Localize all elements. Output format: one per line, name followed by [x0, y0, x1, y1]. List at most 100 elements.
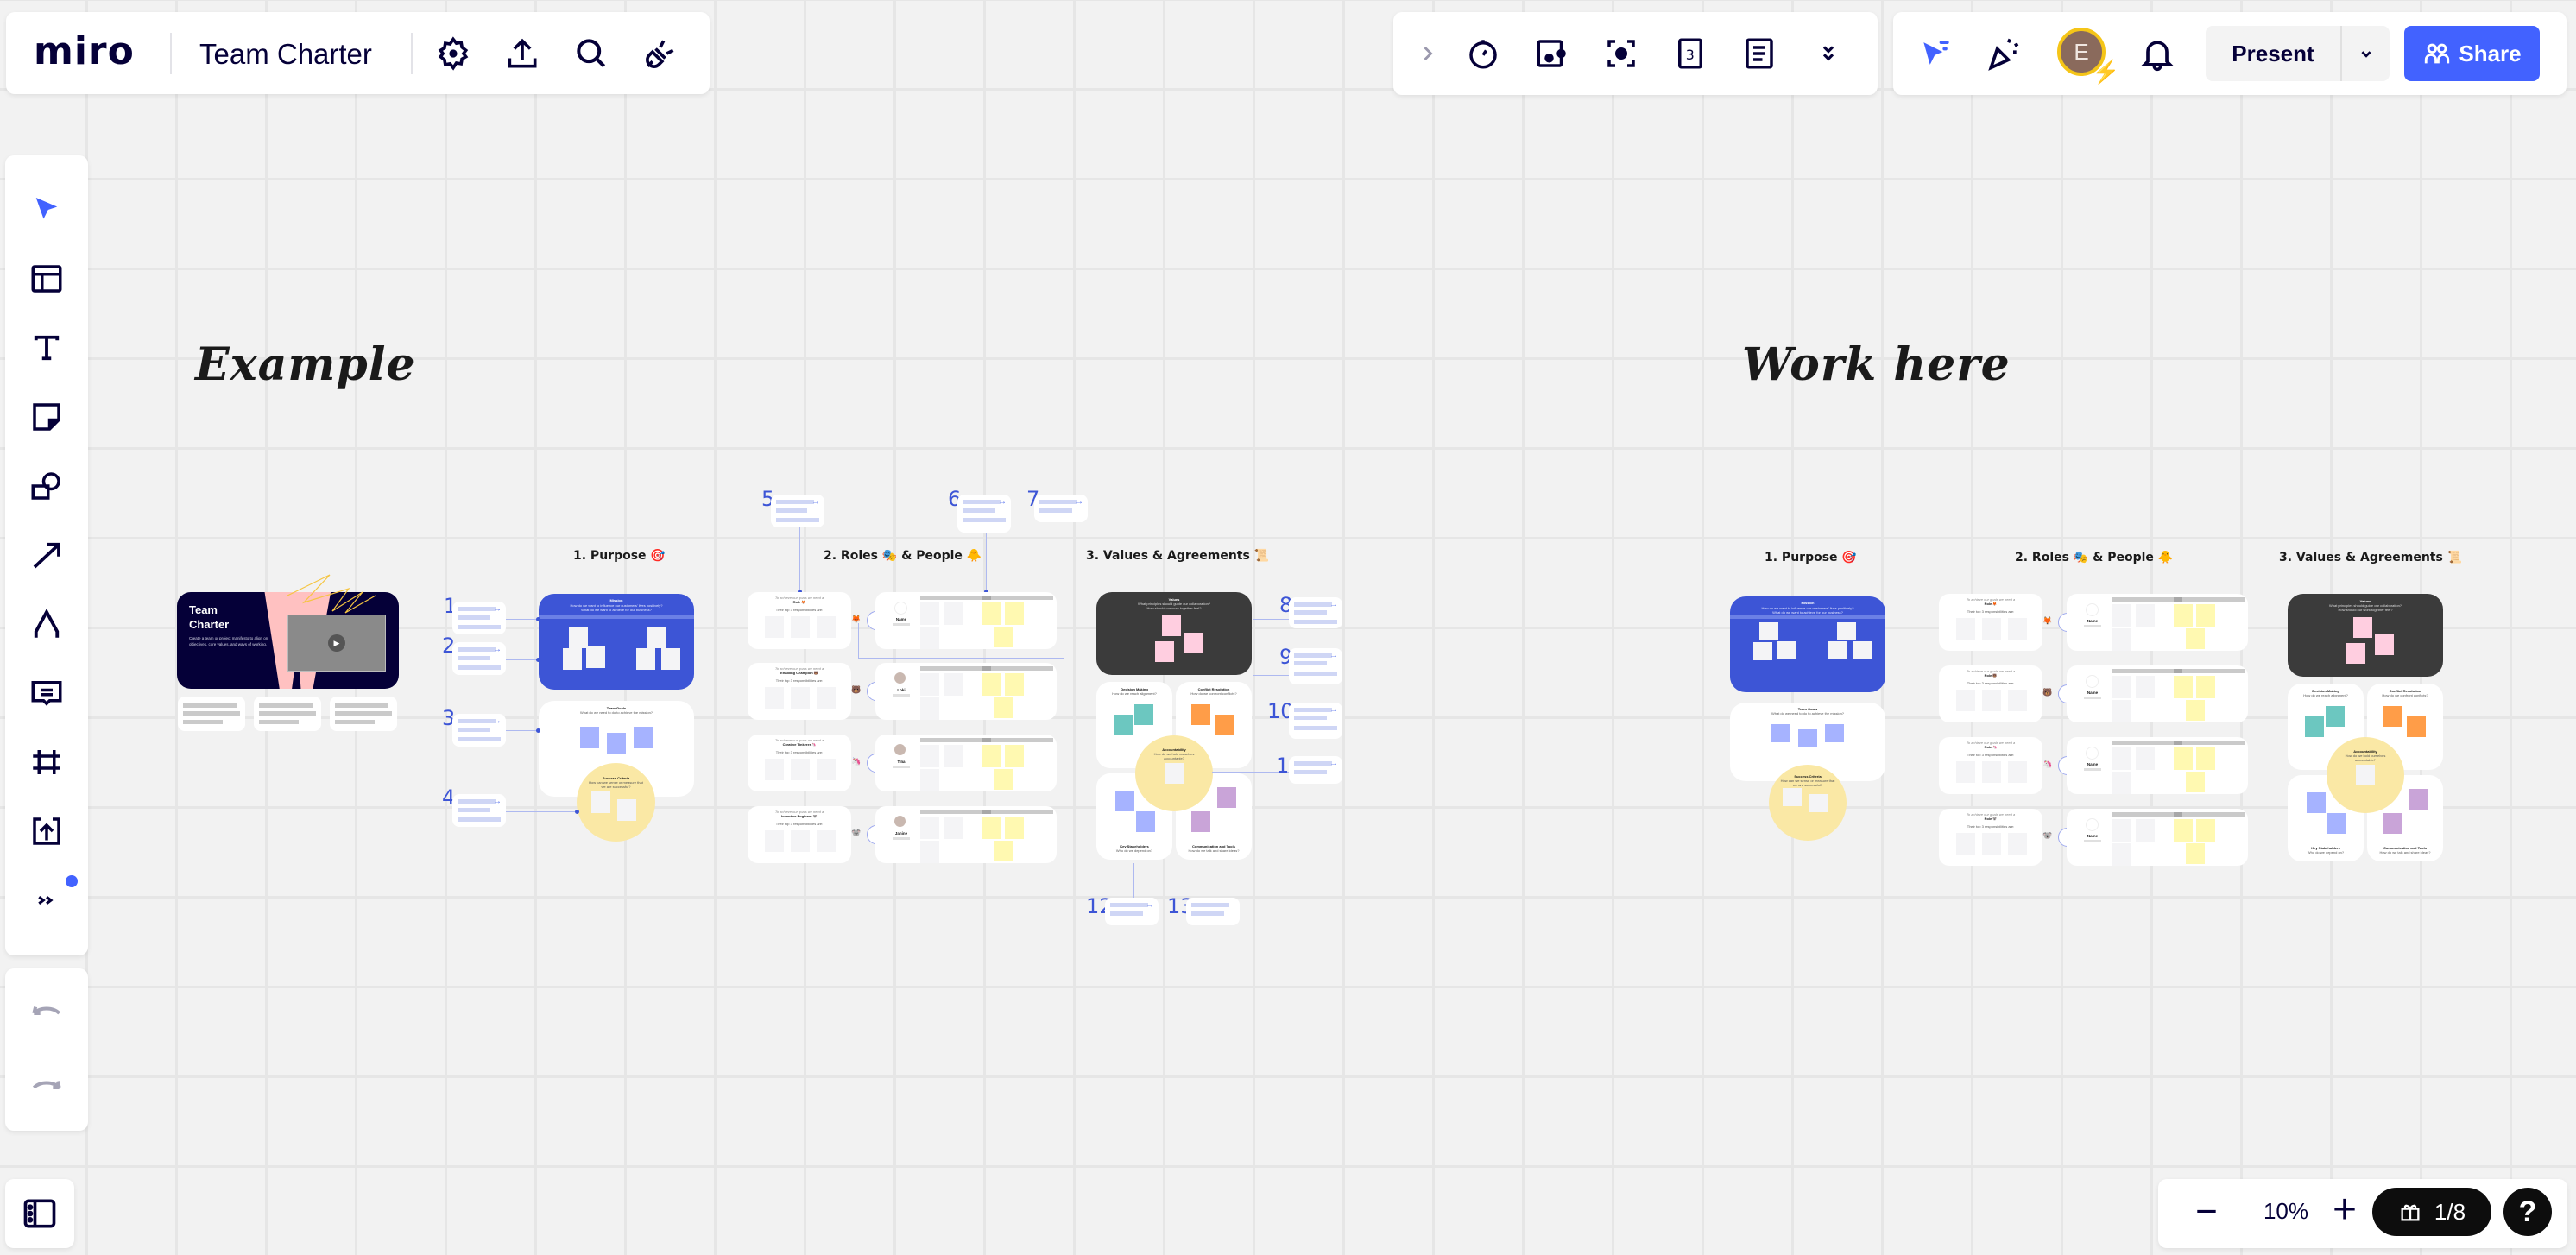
sticky-note[interactable] — [1217, 787, 1236, 808]
responsibility-note[interactable] — [817, 830, 836, 852]
role-card[interactable]: To achieve our goals we need a Role 🦊 Thei… — [1939, 594, 2042, 651]
example-mission-card[interactable]: Mission How do we want to influence our … — [539, 594, 694, 690]
role-card[interactable]: To achieve our goals we need a Enabling C… — [748, 663, 851, 720]
sticky-note[interactable] — [1191, 704, 1210, 725]
select-tool-cursor-icon[interactable] — [21, 184, 73, 236]
accountability-note[interactable] — [2356, 765, 2375, 785]
frames-panel-toggle[interactable] — [5, 1179, 74, 1248]
responsibility-note[interactable] — [1956, 761, 1975, 783]
work-mission-card[interactable]: Mission How do we want to influence our … — [1730, 596, 1885, 692]
grey-note[interactable] — [2112, 843, 2131, 866]
responsibility-note[interactable] — [817, 687, 836, 709]
grey-note[interactable] — [944, 745, 963, 767]
grey-note[interactable] — [2112, 772, 2131, 794]
sticky-note[interactable] — [1134, 704, 1153, 725]
yellow-sticky-note[interactable] — [2186, 843, 2205, 864]
grey-note[interactable] — [920, 769, 939, 791]
more-chevrons-icon[interactable] — [1803, 28, 1854, 79]
shapes-icon[interactable] — [21, 460, 73, 512]
accountability-circle[interactable]: Accountability How do we hold ourselves ac… — [2327, 737, 2404, 813]
step-tip-12[interactable]: → — [1105, 898, 1159, 925]
yellow-sticky-note[interactable] — [994, 841, 1013, 861]
yellow-sticky-note[interactable] — [982, 817, 1001, 839]
help-button[interactable]: ? — [2503, 1188, 2552, 1236]
role-card[interactable]: To achieve our goals we need a Role 🐨 Thei… — [1939, 809, 2042, 866]
grey-note[interactable] — [2112, 628, 2131, 651]
person-card[interactable]: Name — [2067, 737, 2248, 794]
sticky-note[interactable] — [1115, 791, 1134, 811]
sticky-note[interactable] — [1136, 811, 1155, 832]
grey-note[interactable] — [2136, 819, 2155, 842]
yellow-sticky-note[interactable] — [2196, 747, 2215, 770]
sticky-note[interactable] — [1215, 715, 1234, 735]
person-card[interactable]: Name — [875, 592, 1057, 649]
zoom-out-button[interactable]: − — [2181, 1186, 2232, 1238]
person-card[interactable]: Name — [2067, 665, 2248, 722]
board-title[interactable]: Team Charter — [199, 38, 372, 71]
grey-note[interactable] — [944, 817, 963, 839]
yellow-sticky-note[interactable] — [2174, 676, 2193, 698]
step-tip-11[interactable]: → — [1289, 756, 1342, 784]
templates-icon[interactable] — [21, 253, 73, 305]
gifts-button[interactable]: 1/8 — [2372, 1188, 2491, 1236]
yellow-sticky-note[interactable] — [2186, 628, 2205, 649]
responsibility-note[interactable] — [791, 616, 810, 638]
step-tip-7[interactable]: → — [1034, 495, 1088, 522]
comment-icon[interactable] — [21, 667, 73, 719]
attention-focus-icon[interactable] — [1595, 28, 1647, 79]
sticky-note[interactable] — [2305, 716, 2324, 737]
grey-note[interactable] — [2112, 747, 2131, 770]
yellow-sticky-note[interactable] — [2174, 819, 2193, 842]
upload-icon[interactable] — [21, 805, 73, 857]
yellow-sticky-note[interactable] — [1005, 602, 1024, 625]
integrations-plug-icon[interactable] — [635, 28, 686, 79]
grey-note[interactable] — [2112, 700, 2131, 722]
pen-icon[interactable] — [21, 598, 73, 650]
sticky-note[interactable] — [1114, 715, 1133, 735]
role-card[interactable]: To achieve our goals we need a Role 🦄 Thei… — [1939, 737, 2042, 794]
yellow-sticky-note[interactable] — [982, 673, 1001, 696]
pink-sticky-note[interactable] — [1155, 641, 1174, 662]
connector-arrow-icon[interactable] — [21, 529, 73, 581]
frame-icon[interactable] — [21, 736, 73, 788]
yellow-sticky-note[interactable] — [2196, 604, 2215, 627]
accountability-note[interactable] — [1165, 763, 1184, 784]
responsibility-note[interactable] — [1956, 618, 1975, 640]
grey-note[interactable] — [2112, 676, 2131, 698]
accountability-circle[interactable]: Accountability How do we hold ourselves ac… — [1135, 735, 1213, 811]
yellow-sticky-note[interactable] — [1005, 817, 1024, 839]
responsibility-note[interactable] — [817, 616, 836, 638]
yellow-sticky-note[interactable] — [994, 769, 1013, 790]
responsibility-note[interactable] — [765, 830, 784, 852]
sticky-note[interactable] — [2327, 813, 2346, 834]
yellow-sticky-note[interactable] — [1005, 745, 1024, 767]
yellow-sticky-note[interactable] — [2196, 676, 2215, 698]
voting-icon[interactable] — [1526, 28, 1578, 79]
yellow-sticky-note[interactable] — [2174, 604, 2193, 627]
text-tool-icon[interactable] — [21, 322, 73, 374]
yellow-sticky-note[interactable] — [982, 745, 1001, 767]
grey-note[interactable] — [920, 745, 939, 767]
step-tip-13[interactable] — [1186, 898, 1240, 925]
role-card[interactable]: To achieve our goals we need a Inventive … — [748, 806, 851, 863]
step-tip-6[interactable]: → — [957, 495, 1011, 533]
yellow-sticky-note[interactable] — [2196, 819, 2215, 842]
yellow-sticky-note[interactable] — [1005, 673, 1024, 696]
responsibility-note[interactable] — [1956, 690, 1975, 711]
responsibility-note[interactable] — [765, 759, 784, 780]
grey-note[interactable] — [2136, 747, 2155, 770]
responsibility-note[interactable] — [2008, 761, 2027, 783]
grey-note[interactable] — [2136, 604, 2155, 627]
person-card[interactable]: Name — [2067, 594, 2248, 651]
person-card[interactable]: Tilia — [875, 735, 1057, 791]
bell-icon[interactable] — [2131, 28, 2183, 79]
person-card[interactable]: Name — [2067, 809, 2248, 866]
undo-icon[interactable] — [21, 987, 73, 1039]
pink-sticky-note[interactable] — [2353, 617, 2372, 638]
cursor-follow-icon[interactable] — [1910, 28, 1962, 79]
role-card[interactable]: To achieve our goals we need a Role 🦊 Thei… — [748, 592, 851, 649]
values-card[interactable]: Values What principles should guide our c… — [2288, 594, 2443, 677]
party-popper-icon[interactable] — [1978, 28, 2030, 79]
sticky-note[interactable] — [1191, 811, 1210, 832]
export-upload-icon[interactable] — [496, 28, 548, 79]
